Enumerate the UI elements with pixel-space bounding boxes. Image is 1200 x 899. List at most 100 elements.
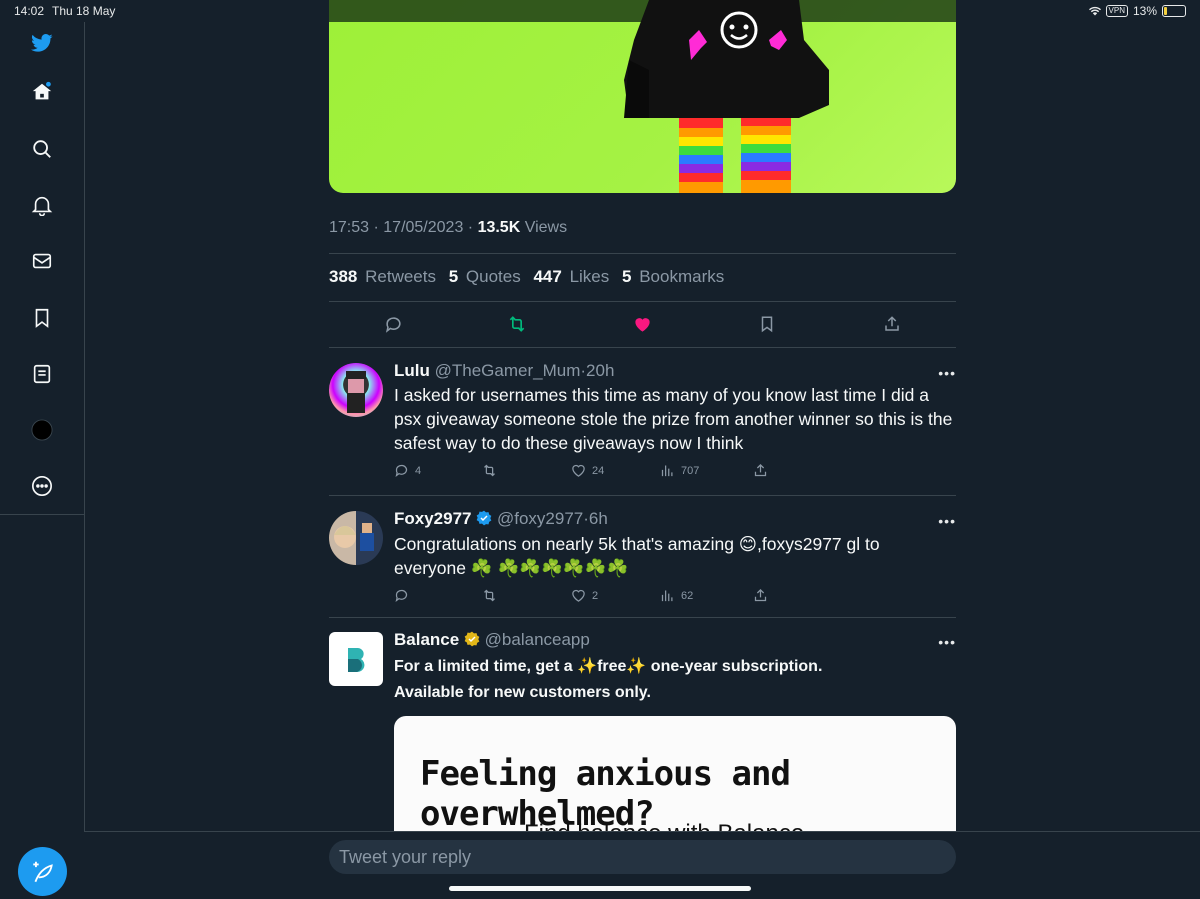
tweet-actions <box>329 312 956 336</box>
vpn-badge: VPN <box>1105 5 1128 17</box>
home-icon[interactable] <box>29 79 55 105</box>
retweet-icon <box>484 589 495 602</box>
author-handle[interactable]: @foxy2977 <box>497 509 583 528</box>
status-time: 14:02 <box>14 4 45 18</box>
promo-line-1: For a limited time, get a ✨free✨ one-yea… <box>394 658 823 675</box>
author-handle[interactable]: @balanceapp <box>485 630 590 649</box>
promo-line-2: Available for new customers only. <box>394 684 651 701</box>
like-button[interactable]: 2 <box>571 588 598 603</box>
share-icon <box>885 316 899 331</box>
reply-icon <box>395 464 408 478</box>
bookmarks-stat[interactable]: 5 Bookmarks <box>622 267 724 286</box>
notifications-bell-icon[interactable] <box>29 192 55 218</box>
more-options-icon[interactable] <box>29 473 55 499</box>
tweet-stats: 388 Retweets 5 Quotes 447 Likes 5 Bookma… <box>329 267 732 287</box>
reply-tweet[interactable]: Lulu @TheGamer_Mum·20h ••• I asked for u… <box>329 361 956 495</box>
sidebar-divider <box>0 514 84 515</box>
battery-percent: 13% <box>1132 4 1157 18</box>
twitter-logo-icon[interactable] <box>29 30 55 56</box>
status-date: Thu 18 May <box>52 4 116 18</box>
bookmark-icon <box>761 316 773 333</box>
author-name[interactable]: Balance <box>394 630 459 649</box>
share-button[interactable] <box>753 588 768 603</box>
more-options-icon[interactable]: ••• <box>938 634 956 650</box>
reply-header: Foxy2977 @foxy2977·6h <box>394 509 608 528</box>
divider <box>329 347 956 348</box>
divider <box>329 301 956 302</box>
profile-avatar-icon[interactable] <box>29 417 55 443</box>
verified-badge-icon <box>476 510 492 526</box>
compose-tweet-button[interactable] <box>18 847 67 896</box>
share-icon <box>754 588 767 602</box>
reply-button[interactable]: 4 <box>394 463 421 478</box>
reply-icon <box>385 316 401 333</box>
share-icon <box>754 463 767 477</box>
share-button[interactable] <box>753 463 768 478</box>
reply-time: 6h <box>588 509 608 528</box>
views-count: 13.5K <box>477 219 521 236</box>
promo-card-image[interactable]: Feeling anxious and overwhelmed? Find ba… <box>394 716 956 834</box>
home-indicator[interactable] <box>449 886 751 891</box>
tweet-meta: 17:53 · 17/05/2023 · 13.5K Views <box>329 219 568 236</box>
reply-button[interactable] <box>394 588 415 603</box>
retweets-stat[interactable]: 388 Retweets <box>329 267 436 286</box>
retweet-button[interactable] <box>482 588 503 603</box>
balance-logo[interactable] <box>329 632 383 686</box>
reply-text: I asked for usernames this time as many … <box>394 385 953 453</box>
views-button[interactable]: 707 <box>660 463 699 478</box>
reply-input[interactable] <box>329 840 956 874</box>
author-name[interactable]: Lulu <box>394 361 430 380</box>
like-button[interactable] <box>630 312 654 336</box>
views-chart-icon <box>661 465 673 477</box>
verified-gold-badge-icon <box>464 631 480 647</box>
avatar-character-illustration <box>329 0 956 193</box>
wifi-icon <box>1088 6 1101 16</box>
retweet-button[interactable] <box>505 312 529 336</box>
views-chart-icon <box>661 590 673 602</box>
heart-icon <box>572 464 585 477</box>
divider <box>329 495 956 496</box>
reply-icon <box>395 589 408 603</box>
battery-icon <box>1162 5 1186 17</box>
feather-plus-icon <box>32 861 53 882</box>
divider <box>329 253 956 254</box>
messages-envelope-icon[interactable] <box>29 248 55 274</box>
tweet-media-image[interactable] <box>329 0 956 193</box>
reply-time: 20h <box>586 361 615 380</box>
reply-text: Congratulations on nearly 5k that's amaz… <box>394 534 880 578</box>
heart-icon <box>572 589 585 602</box>
heart-filled-icon <box>634 317 650 332</box>
tweet-time: 17:53 <box>329 219 370 236</box>
like-button[interactable]: 24 <box>571 463 604 478</box>
promoted-text: For a limited time, get a ✨free✨ one-yea… <box>394 654 956 706</box>
reply-actions: 4 24 707 <box>394 463 956 481</box>
status-right: VPN 13% <box>1088 4 1186 18</box>
retweet-button[interactable] <box>482 463 503 478</box>
reply-tweet[interactable]: Foxy2977 @foxy2977·6h ••• Congratulation… <box>329 509 956 617</box>
bookmark-button[interactable] <box>755 312 779 336</box>
author-name[interactable]: Foxy2977 <box>394 509 472 528</box>
avatar[interactable] <box>329 511 383 565</box>
more-options-icon[interactable]: ••• <box>938 365 956 381</box>
retweet-icon <box>509 316 525 332</box>
divider <box>329 617 956 618</box>
avatar[interactable] <box>329 363 383 417</box>
tweet-date: 17/05/2023 <box>383 219 464 236</box>
views-label: Views <box>524 219 568 236</box>
sidebar <box>0 22 85 899</box>
quotes-stat[interactable]: 5 Quotes <box>449 267 521 286</box>
search-icon[interactable] <box>29 136 55 162</box>
lists-icon[interactable] <box>29 361 55 387</box>
promoted-tweet[interactable]: Balance @balanceapp ••• For a limited ti… <box>329 630 956 710</box>
author-handle[interactable]: @TheGamer_Mum <box>435 361 581 380</box>
views-button[interactable]: 62 <box>660 588 693 603</box>
reply-actions: 2 62 <box>394 588 956 606</box>
promoted-header: Balance @balanceapp <box>394 630 590 650</box>
retweet-icon <box>484 464 495 477</box>
likes-stat[interactable]: 447 Likes <box>533 267 609 286</box>
more-options-icon[interactable]: ••• <box>938 513 956 529</box>
bookmarks-icon[interactable] <box>29 305 55 331</box>
reply-button[interactable] <box>381 312 405 336</box>
reply-header: Lulu @TheGamer_Mum·20h <box>394 361 615 380</box>
share-button[interactable] <box>880 312 904 336</box>
